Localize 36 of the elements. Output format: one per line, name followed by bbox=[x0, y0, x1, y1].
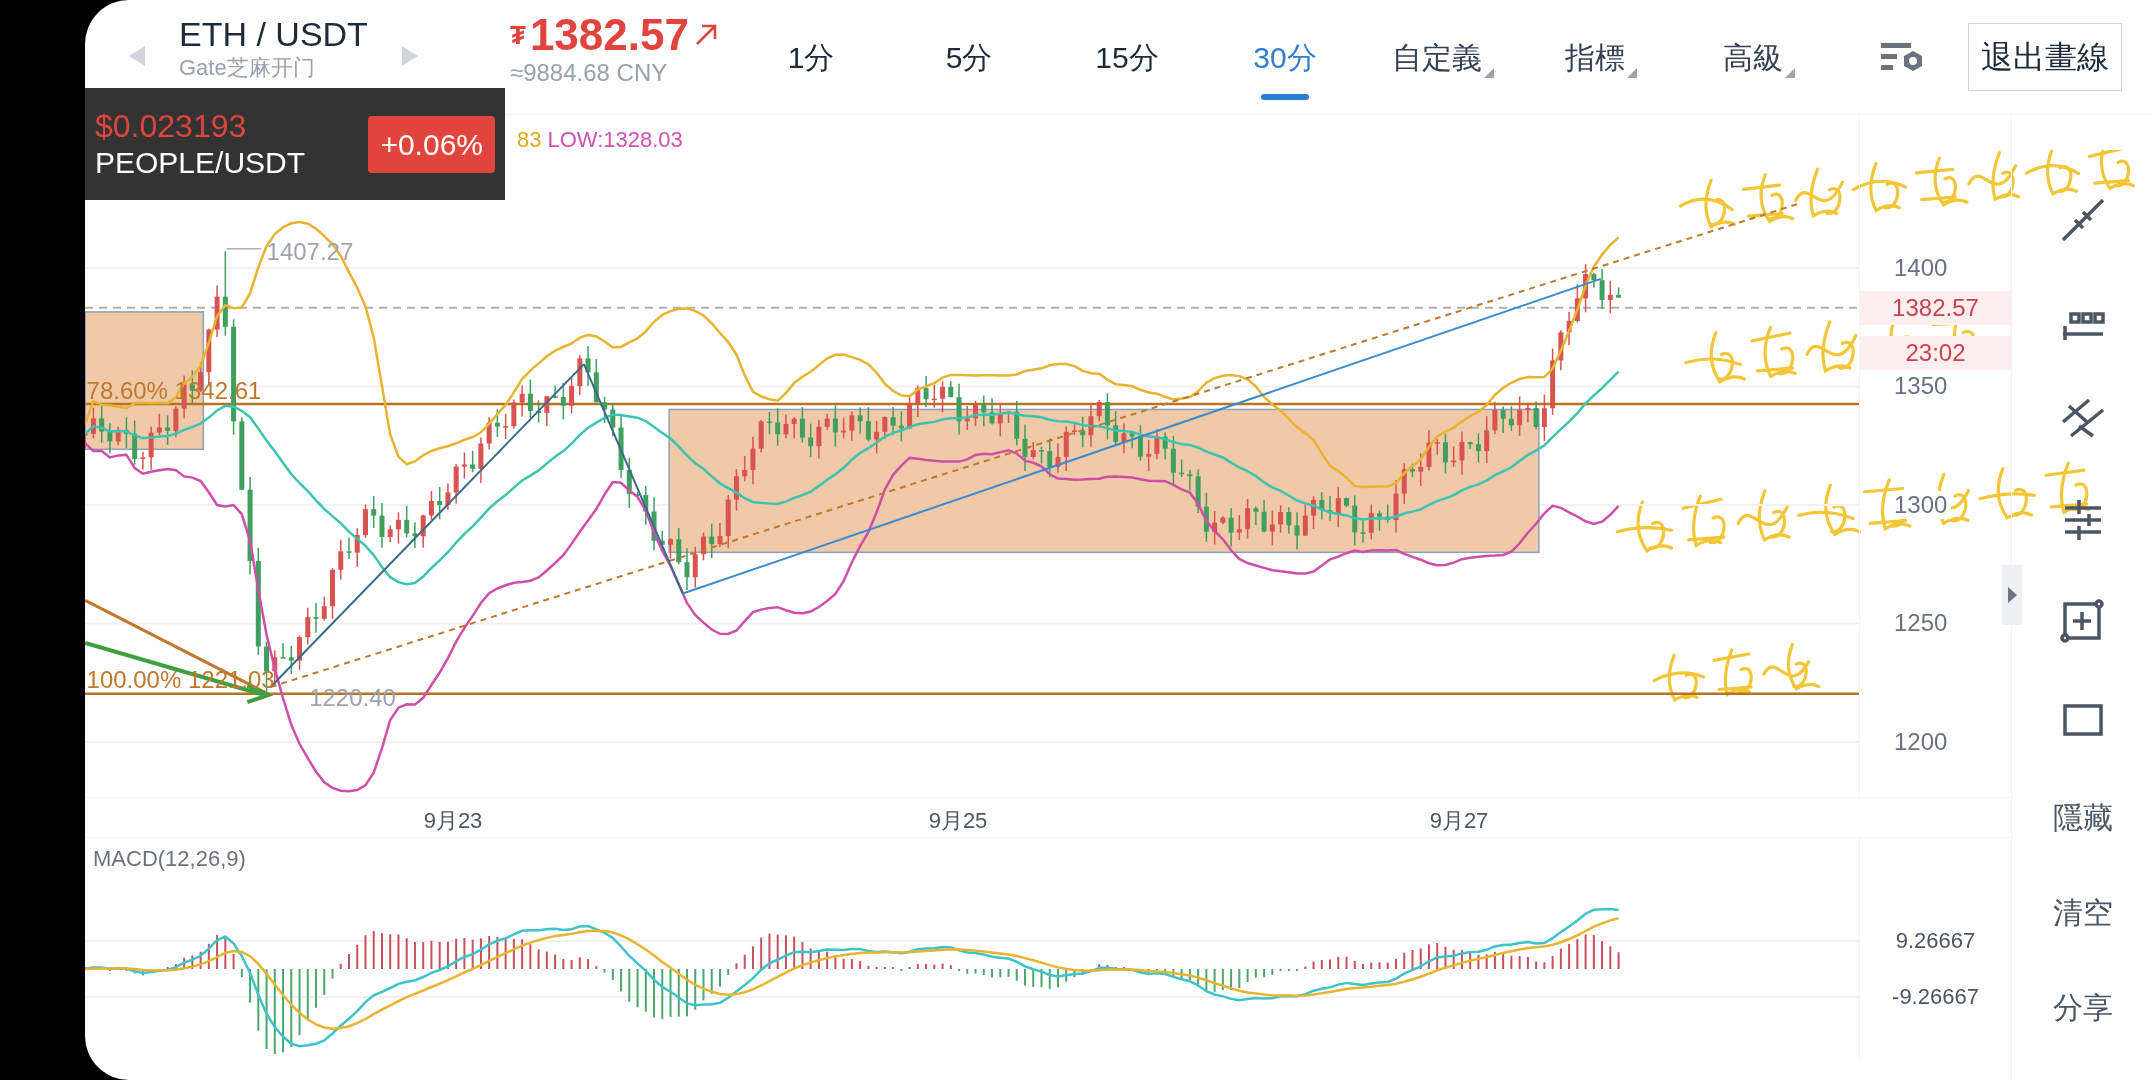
indicator-value: 83 bbox=[517, 126, 542, 154]
side-action-button[interactable]: 清空 bbox=[2053, 890, 2113, 935]
line-segment-icon[interactable] bbox=[2059, 196, 2107, 244]
change-badge: +0.06% bbox=[368, 115, 495, 173]
exchange-name: Gate芝麻开门 bbox=[179, 54, 316, 82]
cny-price: ≈9884.68 CNY bbox=[510, 60, 669, 86]
side-action-button[interactable]: 分享 bbox=[2053, 985, 2113, 1030]
dropdown-menu[interactable]: 自定義 bbox=[1364, 0, 1522, 114]
interval-tab[interactable]: 5分 bbox=[890, 0, 1048, 114]
dropdown-corner-icon bbox=[1627, 68, 1637, 78]
current-price-tag: 1382.57 bbox=[1860, 290, 2011, 325]
dropdown-corner-icon bbox=[1785, 68, 1795, 78]
currency-sign: ₮ bbox=[510, 18, 526, 52]
interval-tab[interactable]: 30分 bbox=[1206, 0, 1364, 114]
dropdown-menu[interactable]: 指標 bbox=[1522, 0, 1680, 114]
date-axis-label: 9月27 bbox=[1429, 807, 1489, 835]
price-axis-label: 1300 bbox=[1890, 490, 1952, 519]
interval-tab[interactable]: 15分 bbox=[1048, 0, 1206, 114]
interval-tab[interactable]: 1分 bbox=[732, 0, 890, 114]
indicator-value: LOW:1328.03 bbox=[547, 126, 683, 154]
dropdown-menu[interactable]: 高級 bbox=[1680, 0, 1838, 114]
add-box-icon[interactable] bbox=[2059, 596, 2107, 644]
macd-axis-label: 9.26667 bbox=[1894, 928, 1977, 954]
macd-axis-label: -9.26667 bbox=[1891, 984, 1980, 1010]
date-axis-label: 9月25 bbox=[928, 807, 988, 835]
date-axis-label: 9月23 bbox=[423, 807, 483, 835]
ticker-price: $0.023193 bbox=[95, 107, 248, 145]
last-price: 1382.57 bbox=[529, 10, 689, 60]
dropdown-corner-icon bbox=[1484, 68, 1494, 78]
ticker-pair: PEOPLE/USDT bbox=[95, 145, 306, 181]
macd-title: MACD(12,26,9) bbox=[93, 845, 246, 873]
side-action-button[interactable]: 隱藏 bbox=[2053, 795, 2113, 840]
pair-title: ETH / USDT bbox=[179, 14, 368, 54]
exit-drawing-button[interactable]: 退出畫線 bbox=[1968, 23, 2122, 91]
leader-line bbox=[225, 247, 262, 250]
countdown-tag: 23:02 bbox=[1860, 336, 2011, 371]
